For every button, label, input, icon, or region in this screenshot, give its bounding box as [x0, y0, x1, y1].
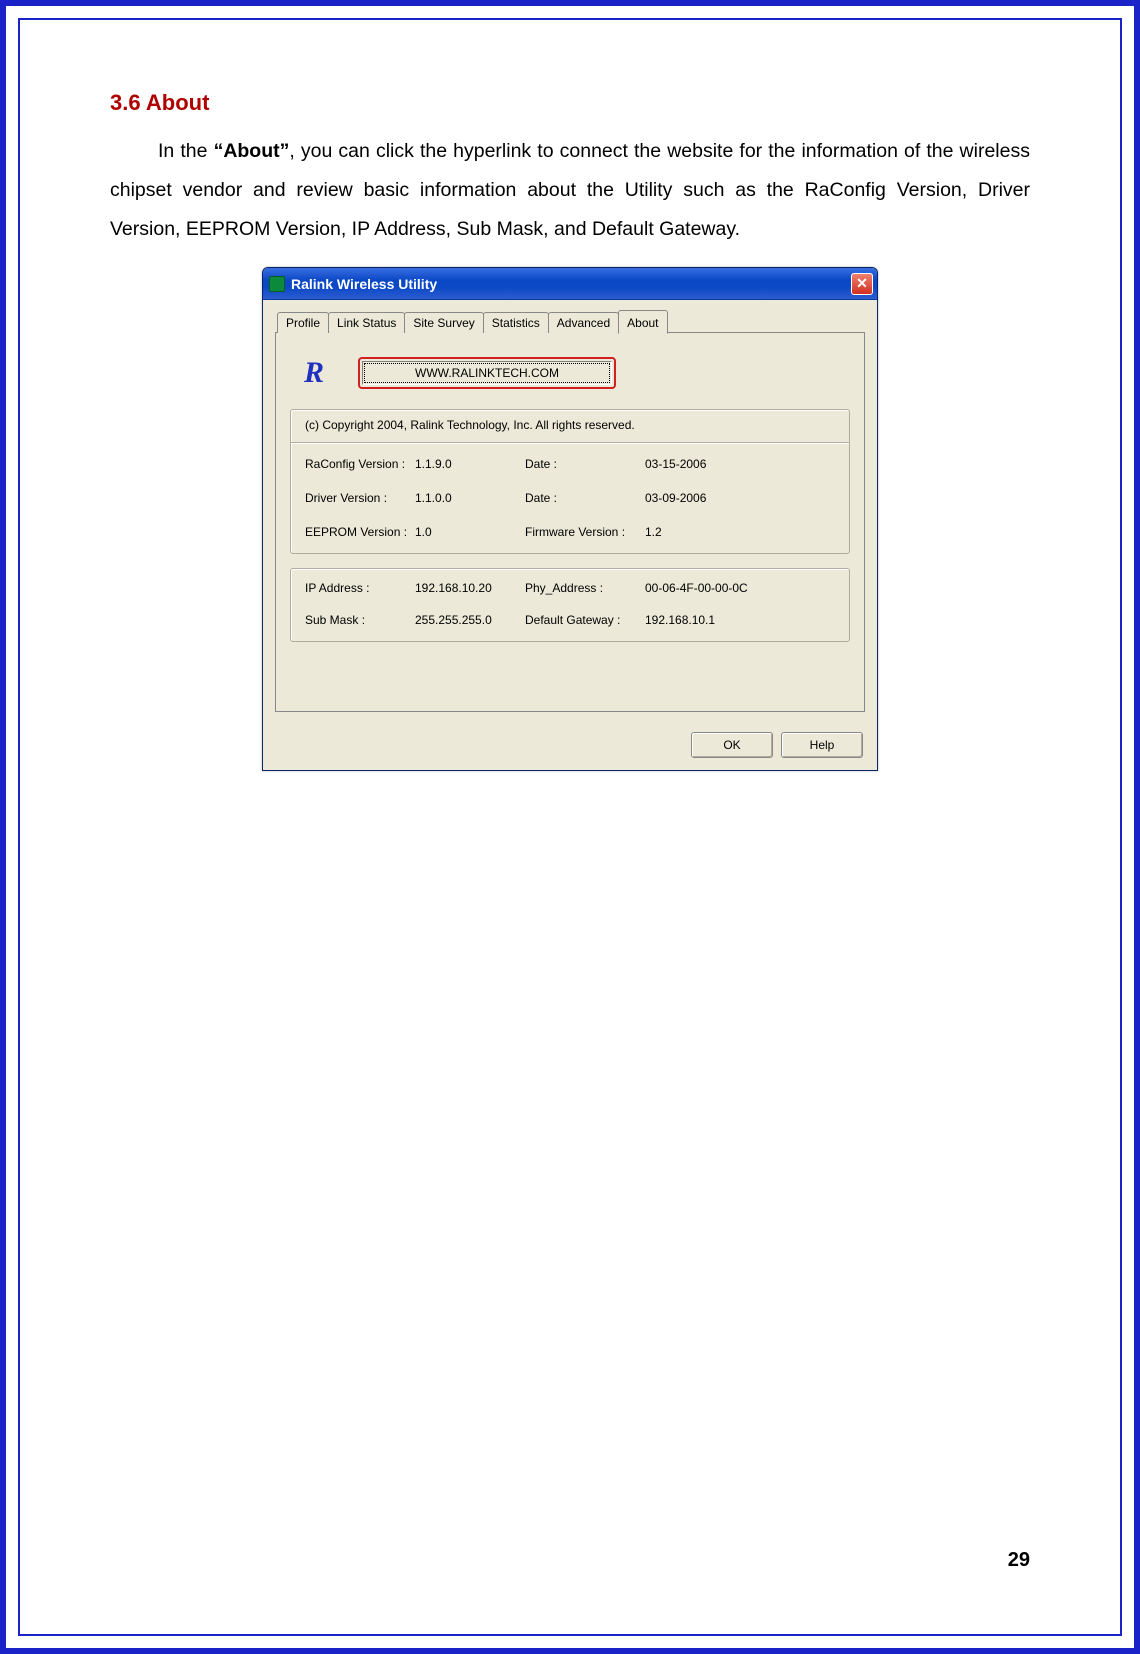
ip-address-label: IP Address : — [305, 581, 415, 595]
utility-dialog: Ralink Wireless Utility ✕ Profile Link S… — [262, 267, 878, 771]
default-gateway-value: 192.168.10.1 — [645, 613, 835, 627]
version-group: (c) Copyright 2004, Ralink Technology, I… — [290, 409, 850, 554]
copyright-text: (c) Copyright 2004, Ralink Technology, I… — [305, 418, 835, 432]
vendor-hyperlink[interactable]: WWW.RALINKTECH.COM — [362, 361, 612, 385]
screenshot-container: Ralink Wireless Utility ✕ Profile Link S… — [110, 267, 1030, 771]
ok-button[interactable]: OK — [691, 732, 773, 758]
driver-date-value: 03-09-2006 — [645, 491, 835, 505]
dialog-titlebar: Ralink Wireless Utility ✕ — [263, 268, 877, 300]
tab-statistics[interactable]: Statistics — [483, 312, 549, 333]
eeprom-version-label: EEPROM Version : — [305, 525, 415, 539]
tab-about[interactable]: About — [618, 310, 667, 334]
tab-link-status[interactable]: Link Status — [328, 312, 405, 333]
hyperlink-highlight: WWW.RALINKTECH.COM — [358, 357, 616, 389]
phy-address-label: Phy_Address : — [525, 581, 645, 595]
tab-site-survey[interactable]: Site Survey — [404, 312, 483, 333]
tab-profile[interactable]: Profile — [277, 312, 329, 333]
driver-version-label: Driver Version : — [305, 491, 415, 505]
divider — [291, 442, 849, 443]
page-number: 29 — [1008, 1549, 1030, 1572]
default-gateway-label: Default Gateway : — [525, 613, 645, 627]
page-outer-border: 3.6 About In the “About”, you can click … — [0, 0, 1140, 1654]
dialog-title: Ralink Wireless Utility — [291, 276, 437, 292]
driver-date-label: Date : — [525, 491, 645, 505]
version-info-grid: RaConfig Version : 1.1.9.0 Date : 03-15-… — [305, 457, 835, 539]
raconfig-date-label: Date : — [525, 457, 645, 471]
phy-address-value: 00-06-4F-00-00-0C — [645, 581, 835, 595]
eeprom-version-value: 1.0 — [415, 525, 525, 539]
ip-address-value: 192.168.10.20 — [415, 581, 525, 595]
body-paragraph: In the “About”, you can click the hyperl… — [110, 132, 1030, 249]
sub-mask-value: 255.255.255.0 — [415, 613, 525, 627]
section-heading: 3.6 About — [110, 90, 1030, 116]
dialog-button-row: OK Help — [263, 722, 877, 770]
network-info-grid: IP Address : 192.168.10.20 Phy_Address :… — [305, 581, 835, 627]
help-button[interactable]: Help — [781, 732, 863, 758]
para-bold: “About” — [214, 140, 290, 162]
vendor-link-row: R WWW.RALINKTECH.COM — [296, 355, 850, 391]
sub-mask-label: Sub Mask : — [305, 613, 415, 627]
firmware-version-value: 1.2 — [645, 525, 835, 539]
app-icon — [269, 276, 285, 292]
driver-version-value: 1.1.0.0 — [415, 491, 525, 505]
tab-advanced[interactable]: Advanced — [548, 312, 619, 333]
page-inner-border: 3.6 About In the “About”, you can click … — [18, 18, 1122, 1636]
network-group: IP Address : 192.168.10.20 Phy_Address :… — [290, 568, 850, 642]
close-button[interactable]: ✕ — [851, 273, 873, 295]
about-panel: R WWW.RALINKTECH.COM (c) Copyright 2004,… — [275, 332, 865, 712]
vendor-logo-icon: R — [296, 355, 332, 391]
para-before: In the — [158, 140, 214, 162]
raconfig-version-value: 1.1.9.0 — [415, 457, 525, 471]
firmware-version-label: Firmware Version : — [525, 525, 645, 539]
dialog-body: Profile Link Status Site Survey Statisti… — [263, 300, 877, 722]
raconfig-date-value: 03-15-2006 — [645, 457, 835, 471]
tab-strip: Profile Link Status Site Survey Statisti… — [277, 310, 865, 333]
raconfig-version-label: RaConfig Version : — [305, 457, 415, 471]
